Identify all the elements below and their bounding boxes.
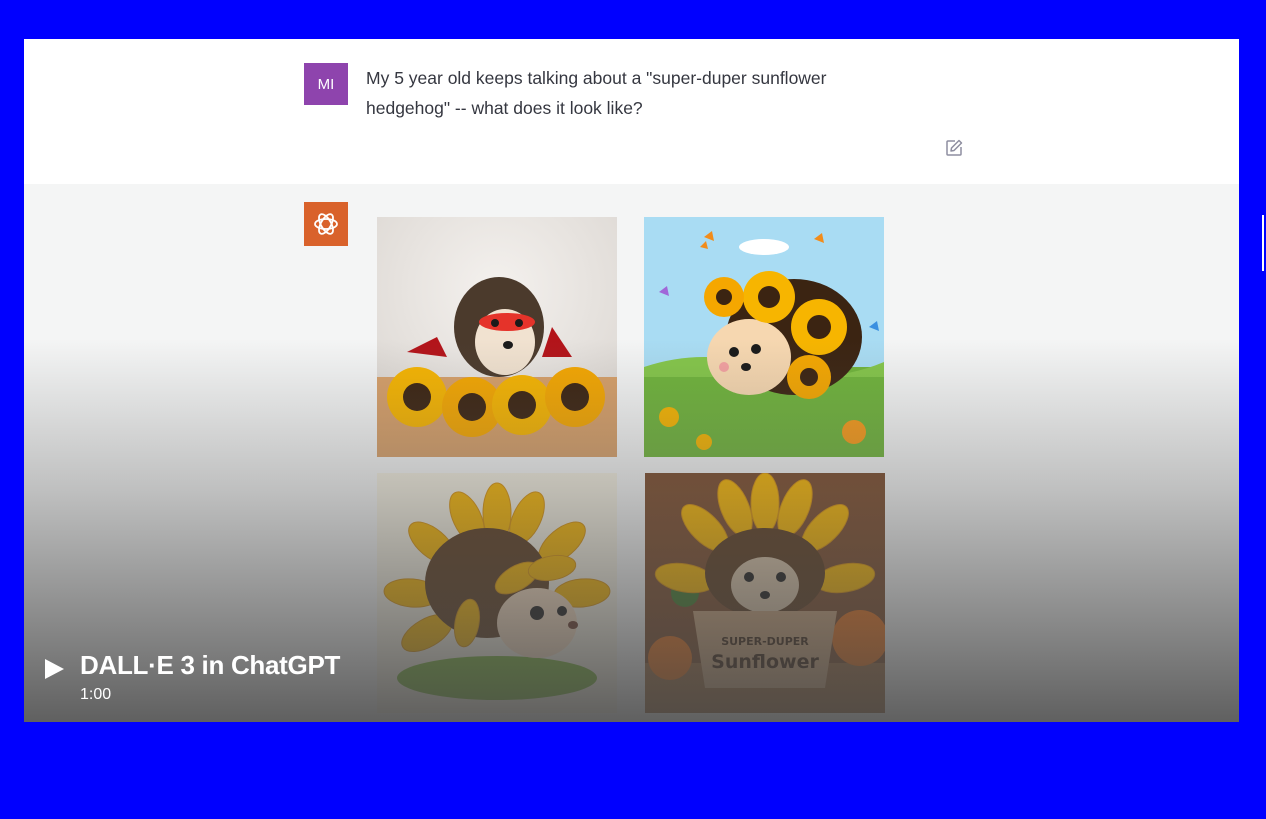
user-message-text: My 5 year old keeps talking about a "sup… <box>366 68 827 118</box>
pot-label-line2: Sunflower <box>711 651 819 673</box>
pot-label-line1: SUPER-DUPER <box>721 635 809 648</box>
generated-image-3[interactable] <box>377 473 617 713</box>
generated-image-2[interactable] <box>644 217 884 457</box>
video-title[interactable]: DALL·E 3 in ChatGPT <box>80 650 340 681</box>
edit-icon[interactable] <box>944 138 964 158</box>
video-player[interactable]: MI My 5 year old keeps talking about a "… <box>24 39 1239 722</box>
user-message-row: MI My 5 year old keeps talking about a "… <box>24 39 1239 184</box>
user-avatar: MI <box>304 63 348 105</box>
openai-logo-icon <box>314 213 338 235</box>
generated-image-4[interactable]: SUPER-DUPER Sunflower <box>645 473 885 713</box>
generated-image-1[interactable] <box>377 217 617 457</box>
scrollbar[interactable] <box>1262 215 1264 271</box>
video-duration: 1:00 <box>80 686 112 703</box>
assistant-avatar <box>304 202 348 246</box>
play-icon[interactable] <box>42 657 66 681</box>
